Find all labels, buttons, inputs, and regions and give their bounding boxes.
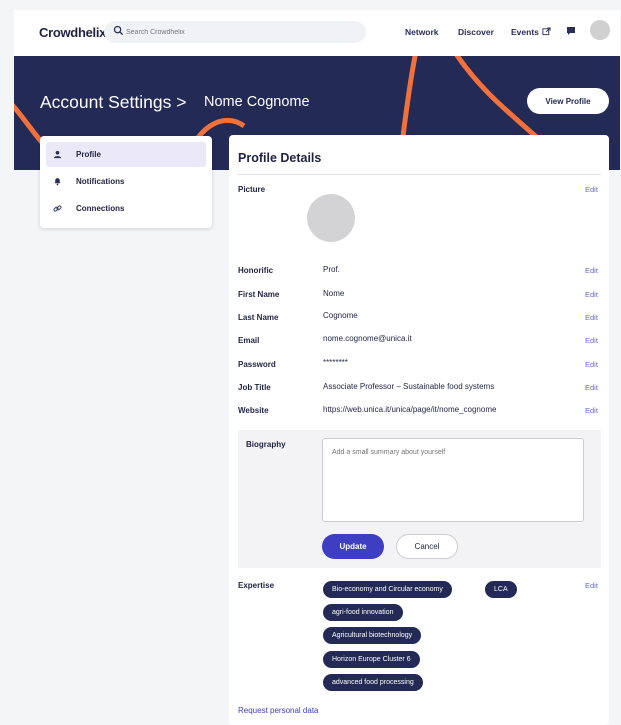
link-icon xyxy=(53,205,62,212)
expertise-tag: Horizon Europe Cluster 6 xyxy=(323,651,420,668)
bell-icon xyxy=(54,178,61,186)
biography-textarea[interactable] xyxy=(322,438,584,522)
email-label: Email xyxy=(238,336,260,345)
view-profile-button[interactable]: View Profile xyxy=(527,88,609,114)
sidebar-item-connections[interactable]: Connections xyxy=(46,196,206,221)
search-icon xyxy=(113,25,124,36)
user-name: Nome Cognome xyxy=(204,94,310,110)
user-avatar[interactable] xyxy=(590,20,610,40)
edit-job-title-link[interactable]: Edit xyxy=(585,383,598,392)
nav-network[interactable]: Network xyxy=(405,27,439,37)
nav-events[interactable]: Events xyxy=(511,27,539,37)
email-value: nome.cognome@unica.it xyxy=(323,334,412,343)
expertise-tag: agri-food innovation xyxy=(323,604,403,621)
edit-password-link[interactable]: Edit xyxy=(585,360,598,369)
edit-first-name-link[interactable]: Edit xyxy=(585,290,598,299)
search-bar[interactable] xyxy=(104,21,366,43)
user-icon xyxy=(53,150,62,159)
first-name-value: Nome xyxy=(323,289,345,298)
cancel-button[interactable]: Cancel xyxy=(396,534,458,559)
logo[interactable]: Crowdhelix xyxy=(39,25,106,40)
request-personal-data-link[interactable]: Request personal data xyxy=(238,706,319,715)
website-value: https://web.unica.it/unica/page/it/nome_… xyxy=(323,405,497,414)
external-link-icon xyxy=(542,27,551,36)
sidebar-item-label: Notifications xyxy=(76,177,125,186)
honorific-label: Honorific xyxy=(238,266,274,275)
picture-label: Picture xyxy=(238,185,266,194)
page-title: Account Settings > xyxy=(40,92,187,112)
expertise-label: Expertise xyxy=(238,581,275,590)
edit-expertise-link[interactable]: Edit xyxy=(585,581,598,590)
edit-honorific-link[interactable]: Edit xyxy=(585,266,598,275)
edit-website-link[interactable]: Edit xyxy=(585,406,598,415)
search-input[interactable] xyxy=(126,24,356,40)
edit-picture-link[interactable]: Edit xyxy=(585,185,598,194)
job-title-label: Job Title xyxy=(238,383,271,392)
website-label: Website xyxy=(238,406,269,415)
honorific-value: Prof. xyxy=(323,265,340,274)
job-title-value: Associate Professor – Sustainable food s… xyxy=(323,382,495,391)
password-label: Password xyxy=(238,360,276,369)
expertise-tag: Agricultural biotechnology xyxy=(323,627,422,644)
edit-email-link[interactable]: Edit xyxy=(585,336,598,345)
settings-menu: Profile Notifications Connections xyxy=(40,136,212,228)
edit-last-name-link[interactable]: Edit xyxy=(585,313,598,322)
password-value: ******** xyxy=(323,358,348,367)
profile-picture[interactable] xyxy=(307,194,355,242)
first-name-label: First Name xyxy=(238,290,280,299)
card-title: Profile Details xyxy=(238,151,322,165)
last-name-label: Last Name xyxy=(238,313,279,322)
divider xyxy=(238,174,601,175)
expertise-tag: Bio-economy and Circular economy xyxy=(323,581,452,598)
nav-discover[interactable]: Discover xyxy=(458,27,494,37)
sidebar-item-label: Connections xyxy=(76,204,125,213)
biography-editor: Biography Update Cancel xyxy=(238,430,601,568)
sidebar-item-profile[interactable]: Profile xyxy=(46,142,206,167)
update-button[interactable]: Update xyxy=(322,534,384,559)
profile-details-card: Profile Details Picture Edit Honorific P… xyxy=(229,135,609,725)
biography-label: Biography xyxy=(246,440,286,449)
last-name-value: Cognome xyxy=(323,311,358,320)
expertise-tag: advanced food processing xyxy=(323,674,423,691)
sidebar-item-label: Profile xyxy=(76,150,101,159)
expertise-tag: LCA xyxy=(485,581,517,598)
top-nav: Crowdhelix Network Discover Events xyxy=(14,10,620,56)
chat-icon[interactable] xyxy=(566,26,576,36)
sidebar-item-notifications[interactable]: Notifications xyxy=(46,169,206,194)
